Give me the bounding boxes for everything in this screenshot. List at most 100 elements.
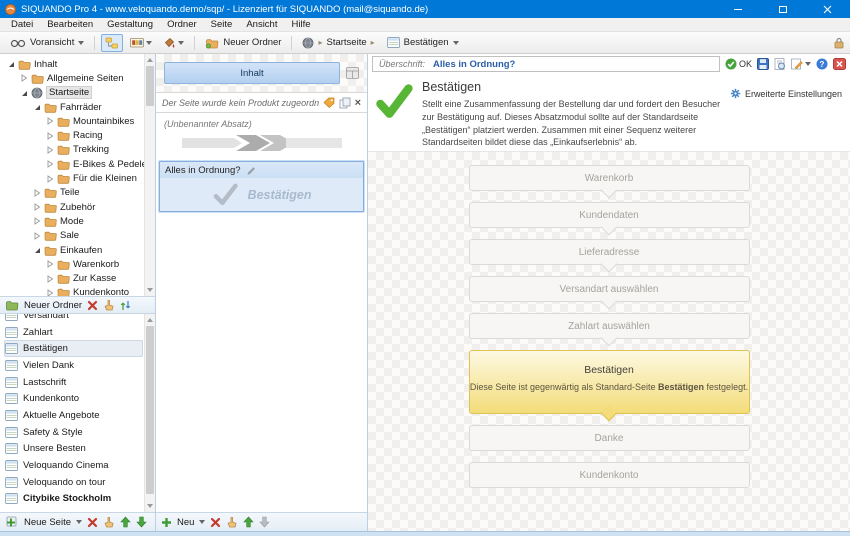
preview-document-icon[interactable]	[774, 58, 786, 70]
delete-icon[interactable]	[87, 300, 98, 311]
tree-item[interactable]: Inhalt	[4, 57, 143, 71]
tree-item[interactable]: Warenkorb	[4, 257, 143, 271]
help-icon[interactable]: ?	[816, 58, 828, 70]
edit-pencil-icon[interactable]	[246, 165, 257, 175]
tree-item[interactable]: Für die Kleinen	[4, 171, 143, 185]
tree-item[interactable]: Trekking	[4, 143, 143, 157]
hand-icon[interactable]	[103, 299, 115, 311]
edit-form-button[interactable]	[791, 58, 811, 70]
ok-button[interactable]: OK	[725, 58, 752, 70]
page-list-item[interactable]: Aktuelle Angebote	[4, 407, 143, 424]
expand-arrow-icon[interactable]	[45, 160, 54, 168]
expand-arrow-icon[interactable]	[32, 232, 41, 240]
collapse-arrow-icon[interactable]	[19, 89, 28, 97]
minimize-button[interactable]	[715, 0, 760, 18]
scroll-up-icon[interactable]	[145, 315, 155, 325]
close-x-icon[interactable]: ×	[355, 97, 361, 109]
new-module-label[interactable]: Neu	[177, 517, 194, 528]
move-down-icon[interactable]	[136, 516, 147, 528]
delete-icon[interactable]	[87, 517, 98, 528]
tree-item[interactable]: Zur Kasse	[4, 271, 143, 285]
globe-icon[interactable]	[302, 37, 314, 49]
expand-arrow-icon[interactable]	[32, 203, 41, 211]
tree-item[interactable]: Einkaufen	[4, 243, 143, 257]
expand-arrow-icon[interactable]	[45, 289, 54, 296]
structure-view-button[interactable]	[101, 34, 123, 52]
page-list-item[interactable]: Versandart	[4, 314, 143, 324]
page-list-item[interactable]: Bestätigen	[4, 340, 143, 357]
module-item-selected[interactable]: Alles in Ordnung? Bestätigen	[159, 161, 364, 212]
close-editor-icon[interactable]	[833, 58, 846, 70]
expand-arrow-icon[interactable]	[19, 74, 28, 82]
page-list-item[interactable]: Zahlart	[4, 324, 143, 341]
menu-item-datei[interactable]: Datei	[4, 19, 40, 30]
page-list-item[interactable]: Lastschrift	[4, 374, 143, 391]
scrollbar-thumb[interactable]	[146, 66, 154, 106]
expand-arrow-icon[interactable]	[32, 189, 41, 197]
page-list-item[interactable]: Vielen Dank	[4, 357, 143, 374]
page-list-item[interactable]: Unsere Besten	[4, 441, 143, 458]
tag-icon[interactable]	[323, 97, 335, 108]
expand-arrow-icon[interactable]	[45, 132, 54, 140]
tree-item[interactable]: Sale	[4, 229, 143, 243]
page-list-item[interactable]: Safety & Style	[4, 424, 143, 441]
design-button[interactable]	[126, 34, 156, 51]
page-list-item[interactable]: Veloquando Cinema	[4, 457, 143, 474]
scroll-up-icon[interactable]	[145, 55, 155, 65]
hand-icon[interactable]	[226, 516, 238, 528]
maximize-button[interactable]	[760, 0, 805, 18]
inhalt-button[interactable]: Inhalt	[164, 62, 340, 84]
tree-item[interactable]: Zubehör	[4, 200, 143, 214]
expand-arrow-icon[interactable]	[45, 175, 54, 183]
pages-scrollbar[interactable]	[144, 314, 155, 512]
heading-input[interactable]: Überschrift: Alles in Ordnung?	[372, 56, 720, 72]
tree-scrollbar[interactable]	[144, 54, 155, 296]
tree-item[interactable]: Startseite	[4, 86, 143, 100]
delete-icon[interactable]	[210, 517, 221, 528]
scroll-down-icon[interactable]	[145, 501, 155, 511]
menu-item-ordner[interactable]: Ordner	[160, 19, 204, 30]
chevron-down-icon[interactable]	[76, 520, 82, 524]
new-folder-label[interactable]: Neuer Ordner	[24, 300, 82, 311]
page-list-item[interactable]: Veloquando on tour	[4, 474, 143, 491]
scrollbar-thumb[interactable]	[146, 326, 154, 494]
move-up-icon[interactable]	[243, 516, 254, 528]
sort-icon[interactable]	[120, 300, 131, 311]
new-page-icon[interactable]	[5, 516, 19, 528]
menu-item-seite[interactable]: Seite	[204, 19, 240, 30]
menu-item-gestaltung[interactable]: Gestaltung	[100, 19, 160, 30]
scroll-down-icon[interactable]	[145, 285, 155, 295]
chevron-down-icon[interactable]	[453, 41, 459, 45]
save-icon[interactable]	[757, 58, 769, 70]
menu-item-ansicht[interactable]: Ansicht	[239, 19, 284, 30]
page-list-item[interactable]: Citybike Stockholm	[4, 491, 143, 508]
expand-arrow-icon[interactable]	[45, 117, 54, 125]
chevron-down-icon[interactable]	[199, 520, 205, 524]
menu-item-bearbeiten[interactable]: Bearbeiten	[40, 19, 100, 30]
lock-icon[interactable]	[834, 37, 844, 49]
copy-icon[interactable]	[339, 97, 351, 109]
collapse-arrow-icon[interactable]	[6, 60, 15, 68]
tree-item[interactable]: Fahrräder	[4, 100, 143, 114]
style-button[interactable]	[159, 34, 188, 52]
close-button[interactable]	[805, 0, 850, 18]
expand-arrow-icon[interactable]	[45, 260, 54, 268]
tree-item[interactable]: E-Bikes & Pedelecs	[4, 157, 143, 171]
move-up-icon[interactable]	[120, 516, 131, 528]
breadcrumb-root[interactable]: Startseite	[326, 37, 366, 48]
menu-item-hilfe[interactable]: Hilfe	[284, 19, 317, 30]
tree-item[interactable]: Teile	[4, 186, 143, 200]
tree-item[interactable]: Mountainbikes	[4, 114, 143, 128]
page-list-item[interactable]: Kundenkonto	[4, 390, 143, 407]
collapse-arrow-icon[interactable]	[32, 103, 41, 111]
tree-item[interactable]: Kundenkonto	[4, 286, 143, 296]
breadcrumb-current[interactable]: Bestätigen	[404, 37, 449, 48]
new-folder-icon[interactable]	[5, 299, 19, 311]
layout-icon[interactable]	[346, 67, 359, 79]
tree-item[interactable]: Allgemeine Seiten	[4, 71, 143, 85]
collapse-arrow-icon[interactable]	[32, 246, 41, 254]
new-folder-button[interactable]: Neuer Ordner	[201, 35, 285, 51]
expand-arrow-icon[interactable]	[45, 146, 54, 154]
paragraph-group[interactable]: (Unbenannter Absatz)	[156, 113, 367, 161]
plus-icon[interactable]	[161, 517, 172, 528]
